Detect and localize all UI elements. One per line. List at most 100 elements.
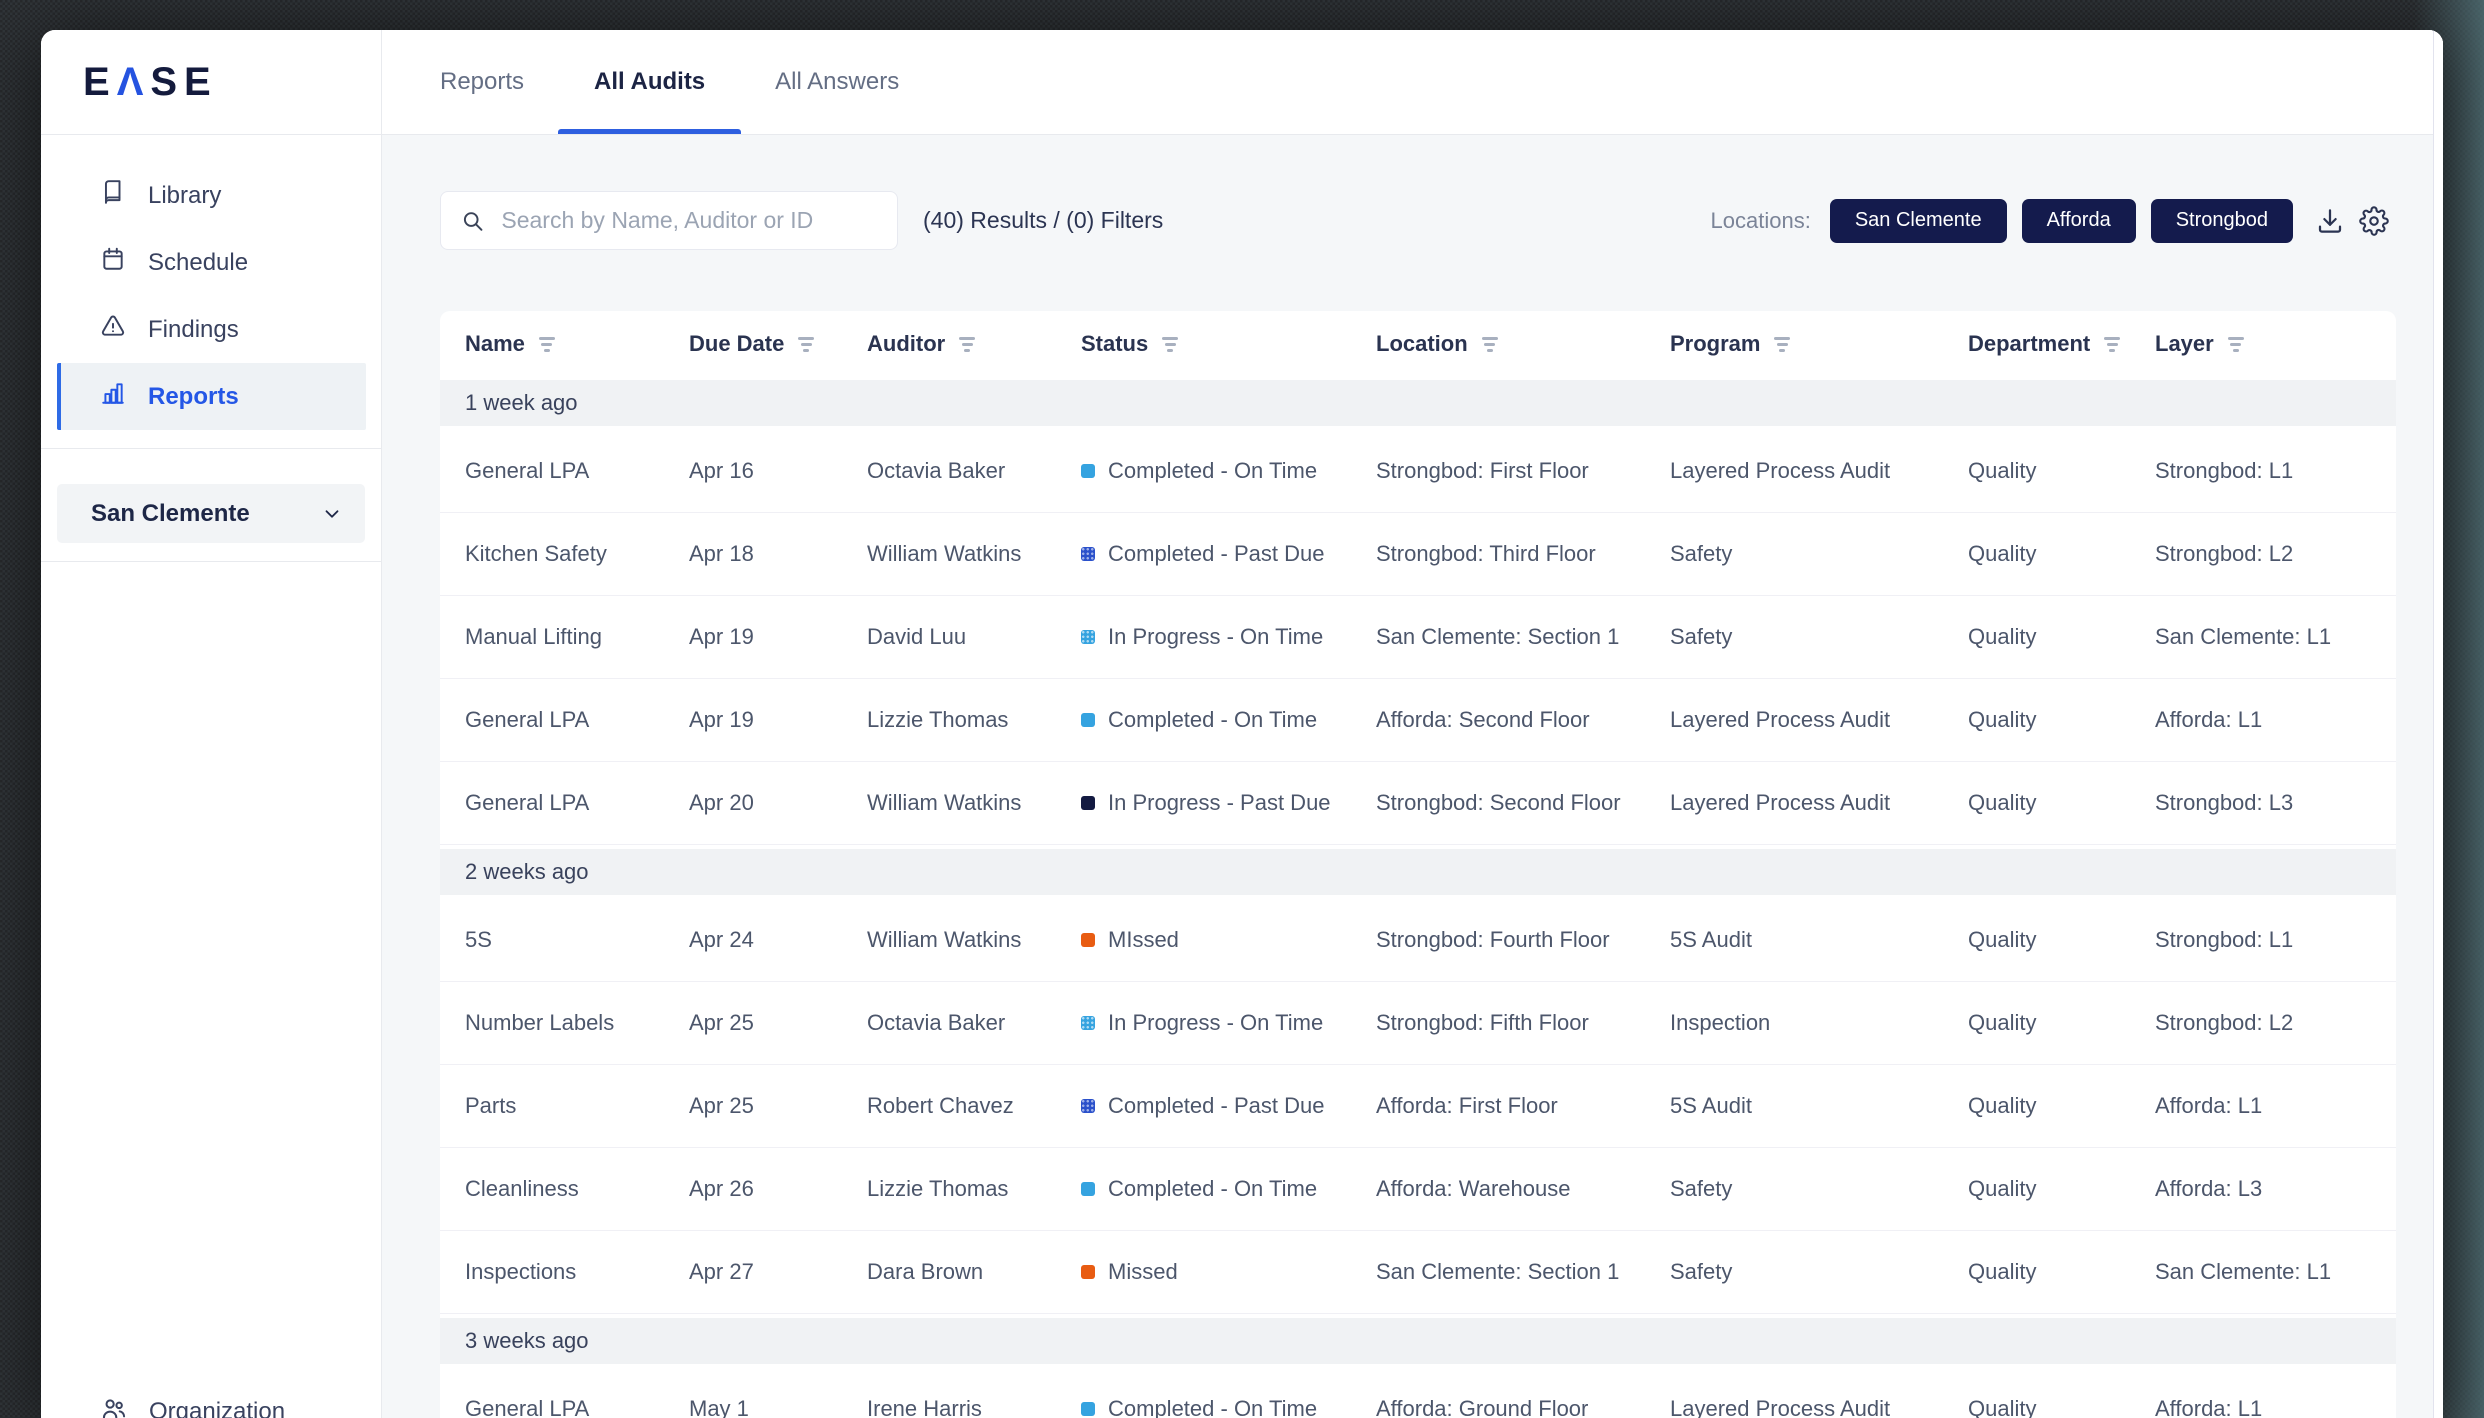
tab-all-audits[interactable]: All Audits xyxy=(594,30,705,134)
cell-layer: San Clemente: L1 xyxy=(2155,624,2396,650)
cell-auditor: Lizzie Thomas xyxy=(867,707,1081,733)
cell-auditor: Lizzie Thomas xyxy=(867,1176,1081,1202)
cell-program: 5S Audit xyxy=(1670,1093,1968,1119)
cell-due-date: Apr 20 xyxy=(689,790,867,816)
sidebar-item-library[interactable]: Library xyxy=(41,162,381,229)
location-chip-san-clemente[interactable]: San Clemente xyxy=(1830,199,2007,243)
cell-name: 5S xyxy=(465,927,689,953)
column-header-auditor[interactable]: Auditor xyxy=(867,331,1081,357)
cell-status: Completed - Past Due xyxy=(1081,1093,1376,1119)
column-header-location[interactable]: Location xyxy=(1376,331,1670,357)
cell-status: Completed - On Time xyxy=(1081,707,1376,733)
column-header-due-date[interactable]: Due Date xyxy=(689,331,867,357)
sidebar-item-label: Findings xyxy=(148,316,239,344)
table-row[interactable]: Kitchen SafetyApr 18William WatkinsCompl… xyxy=(440,513,2396,596)
results-summary: (40) Results / (0) Filters xyxy=(923,207,1163,234)
tab-label: Reports xyxy=(440,68,524,96)
cell-status: Completed - On Time xyxy=(1081,1396,1376,1418)
filter-icon[interactable] xyxy=(959,335,975,352)
cell-program: Safety xyxy=(1670,1259,1968,1285)
column-header-name[interactable]: Name xyxy=(465,331,689,357)
cell-location: Strongbod: First Floor xyxy=(1376,458,1670,484)
location-select-block: San Clemente xyxy=(41,449,381,561)
table-row[interactable]: 5SApr 24William WatkinsMIssedStrongbod: … xyxy=(440,899,2396,982)
column-header-label: Status xyxy=(1081,331,1148,357)
column-header-status[interactable]: Status xyxy=(1081,331,1376,357)
cell-program: 5S Audit xyxy=(1670,927,1968,953)
brand-logo: EΛSE xyxy=(83,62,218,102)
cell-location: Afforda: First Floor xyxy=(1376,1093,1670,1119)
cell-name: Number Labels xyxy=(465,1010,689,1036)
table-row[interactable]: General LPAMay 1Irene HarrisCompleted - … xyxy=(440,1368,2396,1418)
cell-layer: Strongbod: L3 xyxy=(2155,790,2396,816)
sidebar-item-findings[interactable]: Findings xyxy=(41,296,381,363)
sidebar-item-label: Schedule xyxy=(148,249,248,277)
table-row[interactable]: Number LabelsApr 25Octavia BakerIn Progr… xyxy=(440,982,2396,1065)
filter-icon[interactable] xyxy=(798,335,814,352)
logo-part: E xyxy=(83,60,117,104)
cell-department: Quality xyxy=(1968,1396,2155,1418)
filter-icon[interactable] xyxy=(1482,335,1498,352)
settings-button[interactable] xyxy=(2352,199,2396,243)
sidebar-item-reports[interactable]: Reports xyxy=(57,363,366,430)
tab-reports[interactable]: Reports xyxy=(440,30,524,134)
download-icon xyxy=(2315,206,2345,236)
table-body: 1 week agoGeneral LPAApr 16Octavia Baker… xyxy=(440,376,2396,1418)
cell-program: Inspection xyxy=(1670,1010,1968,1036)
group-header-row: 1 week ago xyxy=(440,376,2396,430)
cell-layer: San Clemente: L1 xyxy=(2155,1259,2396,1285)
filter-icon[interactable] xyxy=(2228,335,2244,352)
scrollbar-track[interactable] xyxy=(2433,30,2443,1418)
search-box xyxy=(440,191,898,250)
status-square xyxy=(1081,1265,1095,1279)
sidebar-item-label: Organization xyxy=(149,1398,285,1418)
status-square xyxy=(1081,1016,1095,1030)
sidebar-item-organization[interactable]: Organization xyxy=(41,1390,381,1418)
status-square xyxy=(1081,796,1095,810)
sidebar-location-selector[interactable]: San Clemente xyxy=(57,484,365,543)
column-header-program[interactable]: Program xyxy=(1670,331,1968,357)
cell-auditor: William Watkins xyxy=(867,927,1081,953)
tab-all-answers[interactable]: All Answers xyxy=(775,30,899,134)
logo-part: SE xyxy=(150,60,217,104)
cell-due-date: Apr 26 xyxy=(689,1176,867,1202)
cell-location: Afforda: Warehouse xyxy=(1376,1176,1670,1202)
sidebar-item-schedule[interactable]: Schedule xyxy=(41,229,381,296)
table-row[interactable]: General LPAApr 20William WatkinsIn Progr… xyxy=(440,762,2396,845)
cell-layer: Strongbod: L2 xyxy=(2155,541,2396,567)
top-tab-bar: Reports All Audits All Answers xyxy=(382,30,2443,135)
table-row[interactable]: General LPAApr 19Lizzie ThomasCompleted … xyxy=(440,679,2396,762)
table-row[interactable]: CleanlinessApr 26Lizzie ThomasCompleted … xyxy=(440,1148,2396,1231)
column-header-department[interactable]: Department xyxy=(1968,331,2155,357)
cell-name: General LPA xyxy=(465,707,689,733)
table-row[interactable]: Manual LiftingApr 19David LuuIn Progress… xyxy=(440,596,2396,679)
logo-accent-part: Λ xyxy=(117,60,151,104)
cell-department: Quality xyxy=(1968,541,2155,567)
column-header-label: Department xyxy=(1968,331,2090,357)
location-chip-afforda[interactable]: Afforda xyxy=(2022,199,2136,243)
cell-auditor: Octavia Baker xyxy=(867,458,1081,484)
filter-icon[interactable] xyxy=(1774,335,1790,352)
cell-name: General LPA xyxy=(465,1396,689,1418)
filter-icon[interactable] xyxy=(539,335,555,352)
table-row[interactable]: InspectionsApr 27Dara BrownMissedSan Cle… xyxy=(440,1231,2396,1314)
cell-layer: Afforda: L1 xyxy=(2155,1093,2396,1119)
filter-icon[interactable] xyxy=(2104,335,2120,352)
search-input[interactable] xyxy=(499,206,881,235)
column-header-layer[interactable]: Layer xyxy=(2155,331,2396,357)
status-text: Completed - On Time xyxy=(1108,1176,1317,1202)
location-chip-strongbod[interactable]: Strongbod xyxy=(2151,199,2293,243)
cell-location: Afforda: Ground Floor xyxy=(1376,1396,1670,1418)
cell-name: General LPA xyxy=(465,458,689,484)
filter-icon[interactable] xyxy=(1162,335,1178,352)
table-row[interactable]: PartsApr 25Robert ChavezCompleted - Past… xyxy=(440,1065,2396,1148)
cell-status: MIssed xyxy=(1081,927,1376,953)
status-text: Completed - Past Due xyxy=(1108,1093,1324,1119)
download-button[interactable] xyxy=(2308,199,2352,243)
cell-name: Parts xyxy=(465,1093,689,1119)
cell-department: Quality xyxy=(1968,1259,2155,1285)
cell-location: Strongbod: Second Floor xyxy=(1376,790,1670,816)
table-row[interactable]: General LPAApr 16Octavia BakerCompleted … xyxy=(440,430,2396,513)
cell-program: Layered Process Audit xyxy=(1670,790,1968,816)
status-square xyxy=(1081,630,1095,644)
